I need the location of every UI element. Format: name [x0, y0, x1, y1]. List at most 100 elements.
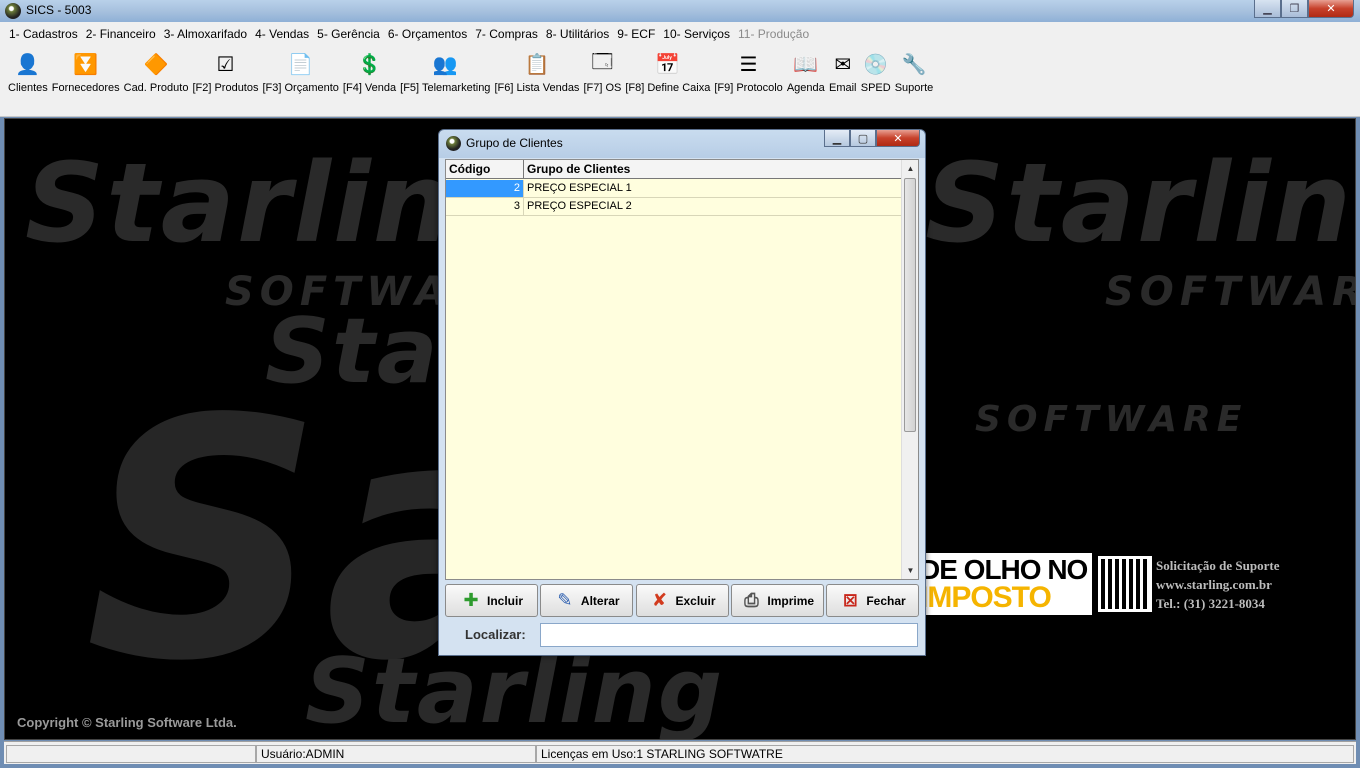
menu-almoxarifado[interactable]: 3- Almoxarifado	[160, 27, 251, 41]
menu-compras[interactable]: 7- Compras	[471, 27, 542, 41]
column-header-codigo[interactable]: Código	[446, 160, 524, 179]
toolbar-sped-button[interactable]: 💿 SPED	[859, 50, 893, 95]
toolbar-venda-button[interactable]: 💲 [F4] Venda	[341, 50, 398, 95]
toolbar-lista-vendas-button[interactable]: 📋 [F6] Lista Vendas	[492, 50, 581, 95]
scroll-down-icon[interactable]: ▼	[902, 562, 919, 579]
app-logo-icon	[446, 136, 461, 151]
status-panel-empty	[6, 745, 256, 763]
close-button[interactable]: ✕	[1308, 0, 1354, 18]
status-license: Licenças em Uso:1 STARLING SOFTWATRE	[536, 745, 1354, 763]
table-row[interactable]: 3 PREÇO ESPECIAL 2	[446, 198, 902, 216]
menu-servicos[interactable]: 10- Serviços	[659, 27, 734, 41]
toolbar-label: [F9] Protocolo	[714, 82, 783, 94]
people-icon: 👥	[432, 53, 458, 76]
alterar-button[interactable]: ✎ Alterar	[540, 584, 634, 617]
toolbar-label: [F2] Produtos	[192, 82, 259, 94]
cell-grupo: PREÇO ESPECIAL 1	[524, 180, 902, 197]
calendar-icon: 📅	[655, 53, 681, 76]
funnel-icon: ⏬	[73, 53, 99, 76]
tools-icon: 🔧	[901, 53, 927, 76]
toolbar-orcamento-button[interactable]: 📄 [F3] Orçamento	[261, 50, 341, 95]
toolbar-label: [F8] Define Caixa	[625, 82, 711, 94]
groups-table: Código Grupo de Clientes 2 PREÇO ESPECIA…	[445, 159, 919, 580]
checklist-icon: ☑	[216, 53, 235, 76]
edit-document-icon: ✎	[557, 590, 573, 610]
toolbar-label: Email	[828, 82, 857, 94]
close-window-icon: ⊠	[842, 590, 858, 610]
excluir-button[interactable]: ✘ Excluir	[635, 584, 729, 617]
menu-vendas[interactable]: 4- Vendas	[251, 27, 313, 41]
list-sales-icon: 📋	[524, 53, 550, 76]
toolbar-label: [F5] Telemarketing	[400, 82, 491, 94]
table-header: Código Grupo de Clientes	[446, 160, 902, 179]
support-url: www.starling.com.br	[1156, 577, 1272, 592]
toolbar-produtos-button[interactable]: ☑ [F2] Produtos	[190, 50, 260, 95]
toolbar-fornecedores-button[interactable]: ⏬ Fornecedores	[50, 50, 122, 95]
toolbar-clientes-button[interactable]: 👤 Clientes	[6, 50, 50, 95]
cell-codigo: 2	[446, 180, 524, 197]
incluir-button[interactable]: ✚ Incluir	[445, 584, 538, 617]
toolbar-label: [F4] Venda	[342, 82, 397, 94]
toolbar-define-caixa-button[interactable]: 📅 [F8] Define Caixa	[623, 50, 712, 95]
printer-icon: ⎙	[744, 590, 759, 610]
toolbar-label: SPED	[860, 82, 891, 94]
book-icon: 📖	[793, 53, 819, 76]
window-title: SICS - 5003	[26, 3, 92, 17]
maximize-button[interactable]: ❐	[1281, 0, 1308, 18]
scroll-thumb[interactable]	[904, 178, 916, 432]
copyright-text: Copyright © Starling Software Ltda.	[17, 715, 237, 730]
status-user: Usuário:ADMIN	[256, 745, 536, 763]
toolbar-suporte-button[interactable]: 🔧 Suporte	[893, 50, 936, 95]
toolbar-cad-produto-button[interactable]: 🔶 Cad. Produto	[122, 50, 191, 95]
menu-cadastros[interactable]: 1- Cadastros	[5, 27, 82, 41]
title-bar: SICS - 5003 ▁ ❐ ✕	[0, 0, 1360, 22]
toolbar-label: Agenda	[786, 82, 825, 94]
badge-line2: IMPOSTO	[920, 581, 1052, 614]
localizar-input[interactable]	[540, 623, 918, 647]
fechar-button[interactable]: ⊠ Fechar	[826, 584, 919, 617]
support-phone: Tel.: (31) 3221-8034	[1156, 596, 1265, 611]
status-bar: Usuário:ADMIN Licenças em Uso:1 STARLING…	[4, 741, 1356, 764]
cell-codigo: 3	[446, 198, 524, 215]
toolbar-label: [F3] Orçamento	[262, 82, 339, 94]
vertical-scrollbar[interactable]: ▲ ▼	[901, 160, 918, 579]
excluir-label: Excluir	[675, 593, 716, 608]
column-header-grupo[interactable]: Grupo de Clientes	[524, 160, 902, 179]
document-icon: 📄	[288, 53, 314, 76]
menu-gerencia[interactable]: 5- Gerência	[313, 27, 384, 41]
menu-financeiro[interactable]: 2- Financeiro	[82, 27, 160, 41]
dialog-close-button[interactable]: ✕	[876, 130, 920, 147]
minimize-button[interactable]: ▁	[1254, 0, 1281, 18]
toolbar-agenda-button[interactable]: 📖 Agenda	[785, 50, 827, 95]
scroll-up-icon[interactable]: ▲	[902, 160, 919, 177]
dialog-button-row: ✚ Incluir ✎ Alterar ✘ Excluir ⎙ Imprime …	[445, 584, 919, 617]
support-info: Solicitação de Suporte www.starling.com.…	[1156, 556, 1280, 613]
toolbar-label: Suporte	[894, 82, 934, 94]
badge-line1: DE OLHO NO	[920, 554, 1088, 585]
toolbar-os-button[interactable]: 🗔 [F7] OS	[581, 50, 623, 94]
dialog-window-controls: ▁ ▢ ✕	[824, 130, 920, 147]
delete-document-icon: ✘	[651, 590, 668, 610]
shapes-icon: 🔶	[143, 53, 169, 76]
cell-grupo: PREÇO ESPECIAL 2	[524, 198, 902, 215]
imprime-button[interactable]: ⎙ Imprime	[730, 584, 824, 617]
window-controls: ▁ ❐ ✕	[1254, 0, 1354, 18]
add-document-icon: ✚	[463, 590, 479, 610]
alterar-label: Alterar	[580, 593, 620, 608]
protocol-list-icon: ☰	[739, 53, 758, 76]
menu-utilitarios[interactable]: 8- Utilitários	[542, 27, 613, 41]
envelope-icon: ✉	[834, 53, 852, 76]
table-row[interactable]: 2 PREÇO ESPECIAL 1	[446, 180, 902, 198]
imprime-label: Imprime	[767, 593, 815, 608]
dialog-minimize-button[interactable]: ▁	[824, 130, 850, 147]
menu-ecf[interactable]: 9- ECF	[613, 27, 659, 41]
toolbar-email-button[interactable]: ✉ Email	[827, 50, 859, 95]
dialog-maximize-button[interactable]: ▢	[850, 130, 876, 147]
menu-orcamentos[interactable]: 6- Orçamentos	[384, 27, 471, 41]
fechar-label: Fechar	[866, 593, 906, 608]
toolbar-label: [F7] OS	[583, 82, 622, 94]
toolbar: 👤 Clientes ⏬ Fornecedores 🔶 Cad. Produto ☑ […	[0, 45, 1360, 117]
toolbar-telemarketing-button[interactable]: 👥 [F5] Telemarketing	[398, 50, 492, 95]
dialog-title-bar[interactable]: Grupo de Clientes ▁ ▢ ✕	[439, 130, 925, 156]
toolbar-protocolo-button[interactable]: ☰ [F9] Protocolo	[712, 50, 784, 95]
